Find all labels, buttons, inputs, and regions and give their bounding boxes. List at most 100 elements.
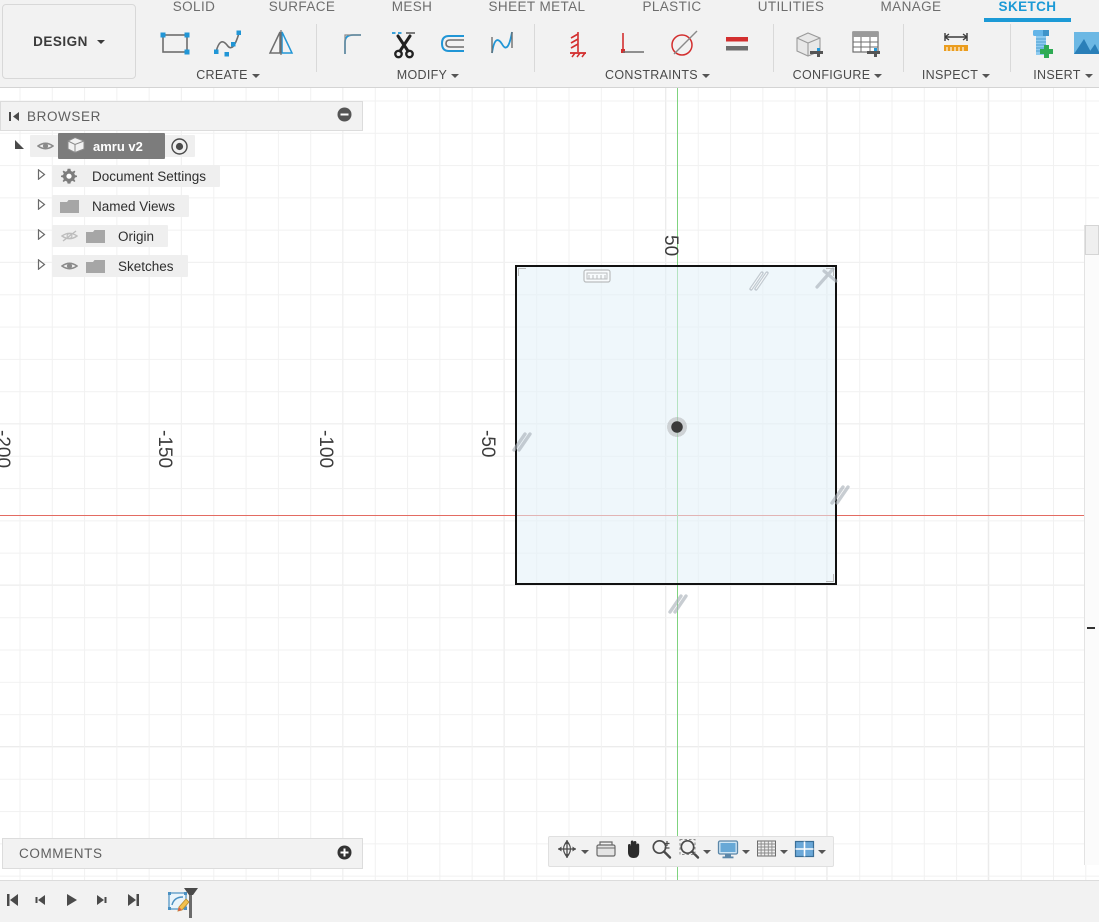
visibility-eye-icon[interactable] <box>56 260 82 272</box>
offset-tool[interactable] <box>428 24 477 64</box>
panel-label[interactable]: CONFIGURE <box>780 68 895 82</box>
viewports-icon <box>794 840 815 864</box>
collapse-panel-icon[interactable] <box>1 111 27 122</box>
expand-collapse-icon[interactable] <box>8 138 30 154</box>
parallel-constraint-icon[interactable] <box>664 591 690 617</box>
look-at-tool[interactable] <box>593 838 619 865</box>
panel-label[interactable]: CREATE <box>148 68 308 82</box>
panel-tool-row <box>330 22 526 66</box>
scrollbar-thumb[interactable] <box>1085 225 1099 255</box>
tab-label: MESH <box>391 0 433 14</box>
chevron-down-icon[interactable] <box>703 849 711 854</box>
canvas-vertical-scrollbar[interactable] <box>1084 225 1099 865</box>
display-settings[interactable] <box>715 838 752 865</box>
folder-icon <box>82 259 108 274</box>
insert-canvas[interactable] <box>1063 24 1099 64</box>
trim-tool[interactable] <box>379 24 428 64</box>
monitor-icon <box>717 839 739 864</box>
panel-label[interactable]: INSERT <box>1018 68 1099 82</box>
tab-plastic[interactable]: PLASTIC <box>628 0 716 18</box>
mirror-tool[interactable] <box>255 24 308 64</box>
zoom-window-tool[interactable] <box>676 838 713 865</box>
tab-surface[interactable]: SURFACE <box>256 0 348 18</box>
timeline-feature-sketch[interactable] <box>166 886 200 918</box>
perpendicular-constraint[interactable] <box>605 24 658 64</box>
parallel-constraint-icon[interactable] <box>745 268 771 294</box>
zoom-tool[interactable] <box>648 838 674 865</box>
parallel-constraint-icon[interactable] <box>826 482 852 508</box>
timeline-step-back[interactable] <box>28 892 54 908</box>
insert-mcmaster-part[interactable] <box>1018 24 1063 64</box>
expand-collapse-icon[interactable] <box>30 168 52 183</box>
browser-tree: amru v2 Document Settings Named Views Origi… <box>0 131 363 281</box>
pan-tool[interactable] <box>621 838 646 865</box>
browser-item-origin[interactable]: Origin <box>0 221 363 251</box>
chevron-down-icon <box>1084 73 1093 78</box>
browser-item-sketches[interactable]: Sketches <box>0 251 363 281</box>
add-comment-icon[interactable] <box>337 845 352 863</box>
panel-label[interactable]: CONSTRAINTS <box>550 68 765 82</box>
timeline-step-forward[interactable] <box>88 892 114 908</box>
measure-tool[interactable] <box>910 24 1002 64</box>
viewport-layout[interactable] <box>792 838 828 865</box>
timeline-go-to-beginning[interactable] <box>0 892 26 908</box>
browser-item-highlight: Sketches <box>52 255 188 277</box>
configure-body-tool[interactable] <box>781 24 838 64</box>
grid-snaps[interactable] <box>754 838 790 865</box>
chevron-down-icon[interactable] <box>742 849 750 854</box>
minimize-icon[interactable] <box>337 107 352 125</box>
comments-panel[interactable]: COMMENTS <box>2 838 363 869</box>
tab-solid[interactable]: SOLID <box>155 0 233 18</box>
browser-root-row[interactable]: amru v2 <box>0 131 363 161</box>
expand-collapse-icon[interactable] <box>30 228 52 243</box>
gear-icon <box>56 168 82 184</box>
panel-label[interactable]: INSPECT <box>910 68 1002 82</box>
folder-icon <box>82 229 108 244</box>
tab-label: MANAGE <box>880 0 942 14</box>
browser-header[interactable]: BROWSER <box>0 101 363 131</box>
parallel-constraint-icon[interactable] <box>508 429 534 455</box>
visibility-eye-icon[interactable] <box>56 230 82 242</box>
tab-sheet-metal[interactable]: SHEET METAL <box>470 0 604 18</box>
axis-tick-label: -150 <box>154 430 175 469</box>
tab-mesh[interactable]: MESH <box>375 0 449 18</box>
perpendicular-constraint-icon[interactable] <box>813 265 839 291</box>
orbit-tool[interactable] <box>554 838 591 865</box>
chevron-down-icon[interactable] <box>581 849 589 854</box>
browser-title: BROWSER <box>27 108 101 124</box>
visibility-eye-icon[interactable] <box>32 140 58 152</box>
curvature-tool[interactable] <box>477 24 526 64</box>
timeline-play[interactable] <box>58 892 84 908</box>
chevron-down-icon[interactable] <box>818 849 826 854</box>
chevron-down-icon <box>451 73 460 78</box>
browser-item-label: Origin <box>118 228 155 244</box>
fix-constraint-icon[interactable] <box>583 269 611 283</box>
view-navigation-bar <box>548 836 834 867</box>
chevron-down-icon[interactable] <box>780 849 788 854</box>
browser-root-node[interactable]: amru v2 <box>58 133 165 159</box>
tangent-constraint[interactable] <box>658 24 711 64</box>
tab-manage[interactable]: MANAGE <box>866 0 956 18</box>
activate-component-icon[interactable] <box>167 137 193 155</box>
expand-collapse-icon[interactable] <box>30 258 52 273</box>
browser-item-named-views[interactable]: Named Views <box>0 191 363 221</box>
tab-utilities[interactable]: UTILITIES <box>740 0 842 18</box>
equal-constraint[interactable] <box>711 24 764 64</box>
panel-label-text: CREATE <box>196 68 248 82</box>
spline-tool[interactable] <box>202 24 255 64</box>
tab-label: SOLID <box>172 0 216 14</box>
configure-table-tool[interactable] <box>838 24 895 64</box>
sketch-origin-point[interactable] <box>667 417 687 437</box>
panel-tool-row <box>910 22 1002 66</box>
fillet-tool[interactable] <box>330 24 379 64</box>
panel-separator <box>903 24 904 72</box>
browser-item-document-settings[interactable]: Document Settings <box>0 161 363 191</box>
tab-sketch[interactable]: SKETCH <box>984 0 1071 22</box>
fix-ground-constraint[interactable] <box>552 24 605 64</box>
timeline-go-to-end[interactable] <box>120 892 146 908</box>
rectangle-tool[interactable] <box>149 24 202 64</box>
panel-label-text: INSERT <box>1033 68 1081 82</box>
expand-collapse-icon[interactable] <box>30 198 52 213</box>
panel-label[interactable]: MODIFY <box>330 68 526 82</box>
grid-icon <box>756 839 777 864</box>
